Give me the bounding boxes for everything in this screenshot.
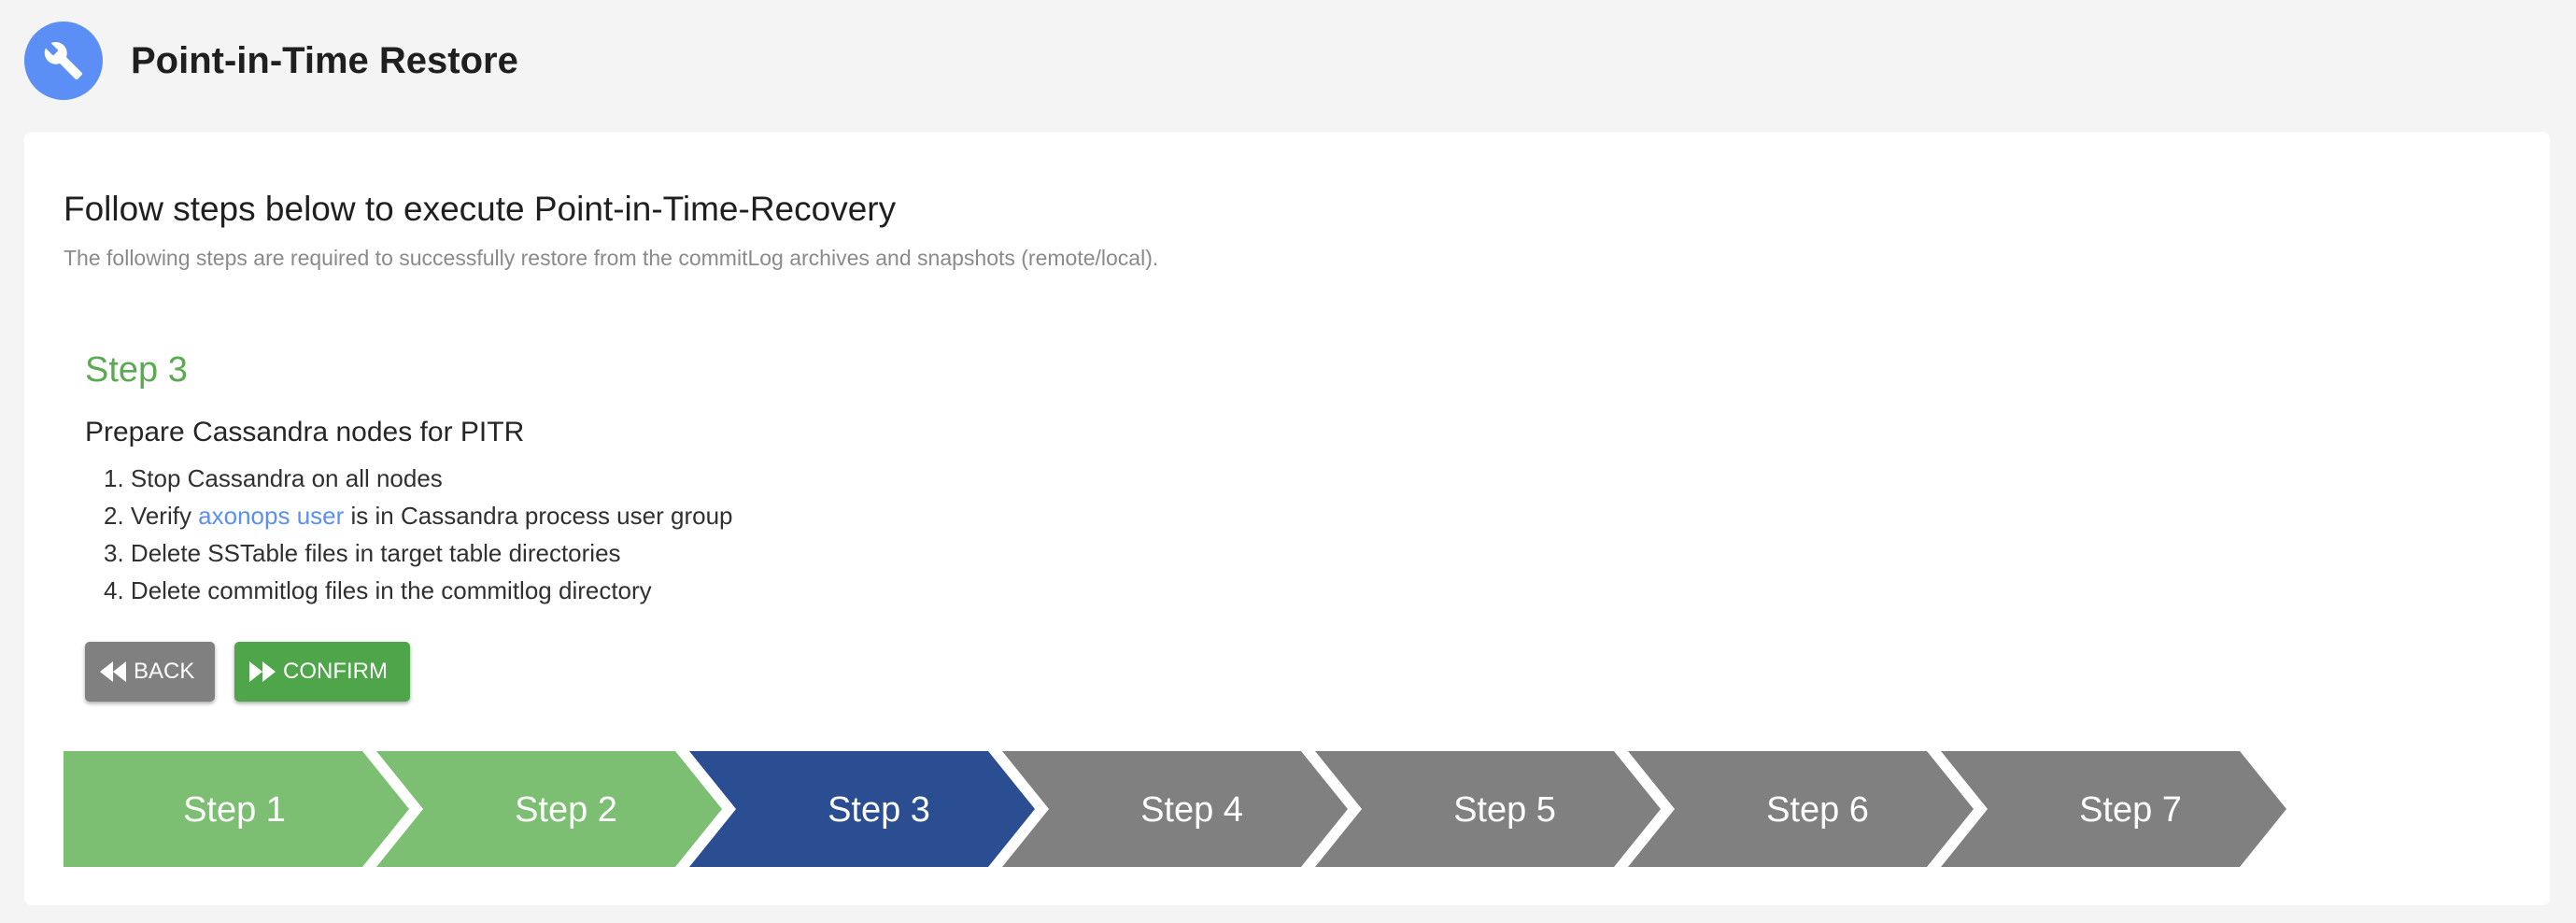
card-title: Follow steps below to execute Point-in-T… bbox=[64, 190, 897, 228]
item-text: Stop Cassandra on all nodes bbox=[130, 464, 443, 492]
step-chevron-1: Step 1 bbox=[64, 751, 409, 867]
step-heading: Step 3 bbox=[85, 350, 188, 390]
step-chevron-4: Step 4 bbox=[1002, 751, 1348, 867]
fast-forward-icon bbox=[249, 661, 276, 682]
step-label: Step 1 bbox=[183, 790, 286, 830]
step-chevron-5: Step 5 bbox=[1315, 751, 1661, 867]
step-chevron-6: Step 6 bbox=[1628, 751, 1974, 867]
item-number: 4. bbox=[104, 576, 124, 604]
step-chevron-7: Step 7 bbox=[1941, 751, 2286, 867]
list-item: 1. Stop Cassandra on all nodes bbox=[104, 460, 732, 497]
item-number: 1. bbox=[104, 464, 124, 492]
step-chevron-2: Step 2 bbox=[376, 751, 722, 867]
item-text: Delete commitlog files in the commitlog … bbox=[130, 576, 652, 604]
step-description: Prepare Cassandra nodes for PITR bbox=[85, 417, 525, 447]
list-item: 4. Delete commitlog files in the commitl… bbox=[104, 572, 732, 609]
page-title: Point-in-Time Restore bbox=[131, 39, 518, 81]
card-subtitle: The following steps are required to succ… bbox=[64, 246, 1159, 270]
item-text: Delete SSTable files in target table dir… bbox=[130, 539, 621, 567]
item-text-after: is in Cassandra process user group bbox=[344, 502, 733, 530]
step-label: Step 4 bbox=[1140, 790, 1243, 830]
axonops-user-link[interactable]: axonops user bbox=[198, 502, 344, 530]
list-item: 3. Delete SSTable files in target table … bbox=[104, 534, 732, 572]
wrench-icon bbox=[24, 21, 103, 100]
step-progress-bar: Step 1 Step 2 Step 3 Step 4 Step 5 Step 6 Step… bbox=[64, 751, 2286, 867]
step-label: Step 6 bbox=[1766, 790, 1869, 830]
confirm-button-label: CONFIRM bbox=[283, 659, 388, 684]
item-number: 3. bbox=[104, 539, 124, 567]
item-number: 2. bbox=[104, 502, 124, 530]
item-text-before: Verify bbox=[130, 502, 199, 530]
step-label: Step 7 bbox=[2079, 790, 2182, 830]
restore-card: Follow steps below to execute Point-in-T… bbox=[24, 132, 2550, 905]
fast-backward-icon bbox=[100, 661, 126, 682]
step-chevron-3: Step 3 bbox=[689, 751, 1035, 867]
page-header: Point-in-Time Restore bbox=[24, 21, 518, 101]
back-button-label: BACK bbox=[134, 659, 195, 684]
back-button[interactable]: BACK bbox=[85, 642, 215, 702]
step-label: Step 5 bbox=[1453, 790, 1556, 830]
step-instructions: 1. Stop Cassandra on all nodes 2. Verify… bbox=[104, 460, 732, 609]
confirm-button[interactable]: CONFIRM bbox=[234, 642, 410, 702]
step-label: Step 2 bbox=[515, 790, 617, 830]
list-item: 2. Verify axonops user is in Cassandra p… bbox=[104, 497, 732, 534]
step-label: Step 3 bbox=[828, 790, 930, 830]
